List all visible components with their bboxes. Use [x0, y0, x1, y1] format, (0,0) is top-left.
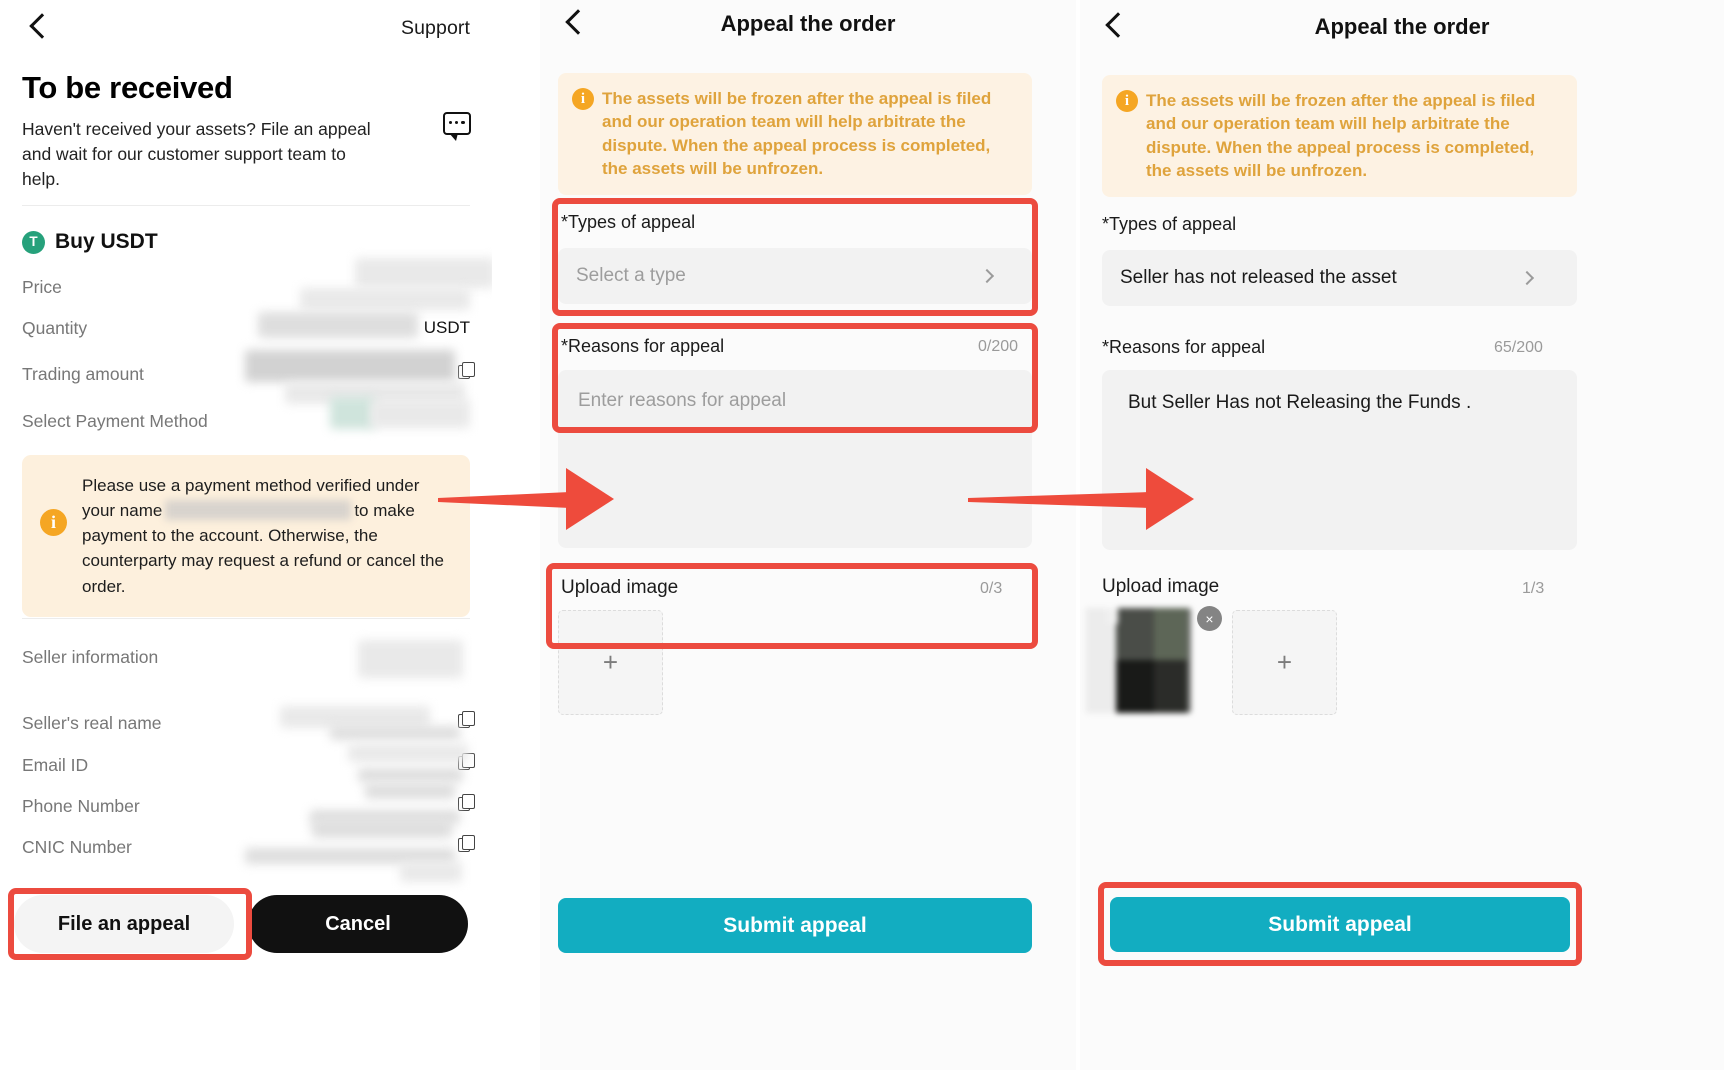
reasons-for-appeal-textarea[interactable]: Enter reasons for appeal — [558, 370, 1032, 548]
redacted-email-id — [348, 744, 468, 762]
redacted-value-payment-2 — [370, 400, 470, 428]
notice-text: The assets will be frozen after the appe… — [602, 89, 992, 179]
info-icon: i — [1116, 90, 1138, 112]
usdt-icon: T — [22, 230, 45, 254]
copy-icon[interactable] — [458, 794, 475, 811]
divider — [22, 205, 470, 206]
redacted-sellers-real-name — [280, 706, 430, 728]
row-label: Phone Number — [22, 796, 140, 816]
screenshot-root: Support To be received Haven't received … — [0, 0, 1724, 1070]
page-title: Appeal the order — [1314, 14, 1490, 39]
flow-arrow-1 — [438, 468, 616, 530]
appeal-notice-banner: i The assets will be frozen after the ap… — [1102, 75, 1577, 197]
coin-label: Buy USDT — [55, 230, 158, 253]
chat-bubble-icon[interactable] — [443, 112, 471, 141]
payment-warning-banner: i Please use a payment method verified u… — [22, 455, 470, 617]
info-icon: i — [40, 509, 67, 536]
redacted-value-price — [355, 258, 492, 288]
page-title: Appeal the order — [720, 11, 896, 36]
redacted-value-quantity — [258, 312, 418, 338]
row-label: Select Payment Method — [22, 411, 208, 431]
action-button-row: File an appeal Cancel — [14, 895, 482, 953]
plus-icon: + — [602, 647, 619, 677]
types-of-appeal-label: *Types of appeal — [1102, 214, 1237, 234]
redacted-value-trading-amount — [245, 350, 455, 382]
uploaded-screenshot-thumbnail[interactable] — [1086, 608, 1191, 713]
reasons-for-appeal-value: But Seller Has not Releasing the Funds . — [1128, 392, 1472, 413]
row-label: Seller's real name — [22, 713, 162, 733]
row-label: Trading amount — [22, 364, 144, 384]
row-label: Price — [22, 277, 62, 297]
chat-dots — [449, 121, 465, 125]
redacted-value-payment-1 — [330, 397, 375, 429]
row-label: Email ID — [22, 755, 89, 775]
upload-counter: 0/3 — [980, 580, 1003, 597]
redacted-phone-number — [365, 783, 455, 799]
cancel-button[interactable]: Cancel — [248, 895, 468, 953]
order-detail-screen: Support To be received Haven't received … — [0, 0, 492, 1070]
submit-appeal-button[interactable]: Submit appeal — [558, 898, 1032, 953]
back-chevron-icon[interactable] — [26, 14, 52, 40]
upload-image-add-slot[interactable]: + — [1232, 610, 1337, 715]
submit-appeal-button[interactable]: Submit appeal — [1110, 897, 1570, 952]
appeal-form-filled-screen: Appeal the order i The assets will be fr… — [1080, 0, 1724, 1070]
types-of-appeal-label: *Types of appeal — [561, 212, 696, 232]
reasons-for-appeal-value: Enter reasons for appeal — [578, 390, 787, 411]
page-subtitle: Haven't received your assets? File an ap… — [22, 119, 371, 189]
redacted-email-id-2 — [358, 768, 463, 782]
info-icon: i — [572, 88, 594, 110]
flow-arrow-2 — [968, 468, 1200, 530]
types-of-appeal-select[interactable]: Select a type — [558, 248, 1032, 304]
reasons-char-counter: 0/200 — [978, 338, 1019, 355]
redacted-cnic-number — [312, 820, 452, 838]
appeal-form-empty-screen: Appeal the order i The assets will be fr… — [540, 0, 1076, 1070]
types-of-appeal-value: Seller has not released the asset — [1120, 267, 1397, 288]
upload-counter: 1/3 — [1522, 580, 1545, 597]
row-label: CNIC Number — [22, 837, 132, 857]
copy-icon[interactable] — [458, 362, 475, 379]
types-of-appeal-select[interactable]: Seller has not released the asset — [1102, 250, 1577, 306]
redacted-value-price-2 — [300, 288, 470, 310]
notice-text: The assets will be frozen after the appe… — [1146, 91, 1536, 181]
upload-image-add-slot[interactable]: + — [558, 610, 663, 715]
upload-image-label: Upload image — [561, 577, 679, 598]
row-suffix: USDT — [423, 318, 470, 337]
coin-header: T Buy USDT — [22, 230, 158, 254]
page-title: To be received — [22, 70, 233, 105]
file-an-appeal-button[interactable]: File an appeal — [14, 895, 234, 953]
types-of-appeal-value: Select a type — [576, 265, 686, 286]
reasons-for-appeal-label: *Reasons for appeal — [1102, 337, 1266, 357]
reasons-char-counter: 65/200 — [1494, 339, 1543, 356]
row-label: Quantity — [22, 318, 88, 338]
redacted-sellers-real-name-2 — [330, 726, 460, 740]
reasons-for-appeal-label: *Reasons for appeal — [561, 336, 725, 356]
row-label: Seller information — [22, 647, 159, 667]
appeal-notice-banner: i The assets will be frozen after the ap… — [558, 73, 1032, 195]
upload-image-label: Upload image — [1102, 576, 1220, 597]
copy-icon[interactable] — [458, 711, 475, 728]
plus-icon: + — [1276, 647, 1293, 677]
remove-image-icon[interactable]: × — [1197, 606, 1222, 631]
redacted-user-name — [165, 500, 352, 521]
support-link[interactable]: Support — [401, 17, 470, 40]
divider — [22, 618, 470, 619]
copy-icon[interactable] — [458, 835, 475, 852]
redacted-cnic-number-3 — [400, 862, 462, 882]
redacted-seller-info — [358, 640, 463, 678]
